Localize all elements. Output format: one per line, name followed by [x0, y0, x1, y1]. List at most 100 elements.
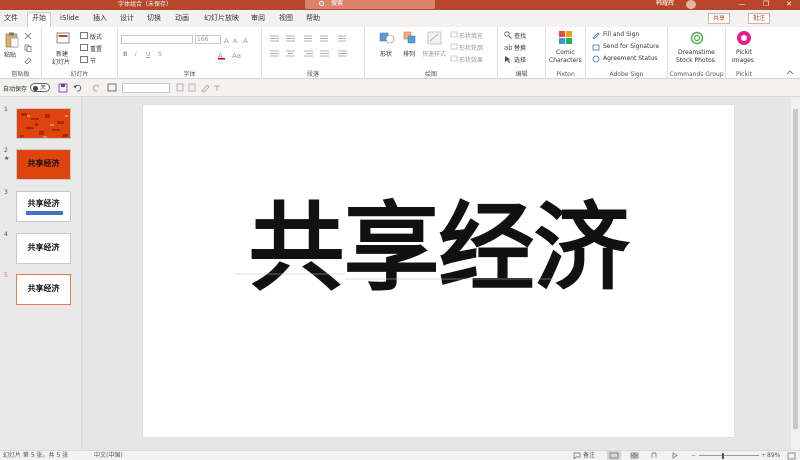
notes-button[interactable]: 备注 [583, 452, 595, 460]
user-name[interactable]: 韩耀辉 [656, 0, 674, 8]
tab-transitions[interactable]: 切换 [147, 13, 161, 24]
collapse-ribbon-icon[interactable] [786, 69, 794, 75]
bold-button[interactable]: B [123, 51, 128, 58]
arrange-icon[interactable] [402, 31, 418, 45]
slide-thumbnail-4[interactable]: 共享经济 [16, 233, 71, 264]
layout-icon [80, 32, 88, 39]
shape-outline-button[interactable]: 形状轮廓 [459, 43, 483, 52]
zoom-plus-button[interactable]: + [761, 452, 766, 460]
find-button[interactable]: 查找 [514, 31, 526, 40]
avatar[interactable] [686, 0, 696, 9]
fill-and-sign-button[interactable]: Fill and Sign [603, 31, 639, 38]
zoom-slider-handle[interactable] [722, 453, 724, 459]
characters-label[interactable]: Characters [549, 57, 582, 64]
fit-to-window-icon[interactable] [787, 452, 796, 460]
scrollbar-thumb[interactable] [793, 109, 798, 429]
tab-view[interactable]: 视图 [279, 13, 293, 24]
agreement-status-icon[interactable] [592, 55, 600, 63]
shadow-button[interactable]: S [158, 51, 162, 58]
shape-effects-button[interactable]: 形状效果 [459, 55, 483, 64]
pickit-images-label[interactable]: Images [732, 57, 754, 64]
format-painter-icon[interactable] [24, 56, 32, 64]
dreamstime-icon[interactable] [690, 31, 704, 45]
tab-slideshow[interactable]: 幻灯片放映 [204, 13, 239, 24]
pixton-comic-icon[interactable] [558, 30, 573, 47]
minimize-button[interactable]: — [737, 0, 747, 9]
paste-label[interactable]: 粘贴 [4, 50, 16, 59]
qat-font-combo[interactable] [122, 83, 170, 93]
select-button[interactable]: 选择 [514, 55, 526, 64]
new-slide-icon[interactable] [56, 32, 70, 46]
section-button[interactable]: 节 [90, 56, 96, 65]
notes-icon[interactable] [573, 452, 581, 459]
start-slideshow-icon[interactable] [107, 83, 117, 93]
autosave-toggle[interactable]: 关 [30, 83, 50, 92]
tab-home[interactable]: 开始 [27, 12, 51, 27]
paragraph-icons[interactable] [268, 35, 358, 63]
tab-review[interactable]: 审阅 [251, 13, 265, 24]
qat-format-icons[interactable] [176, 83, 222, 93]
shapes-label[interactable]: 形状 [380, 49, 392, 58]
vertical-scrollbar[interactable] [791, 97, 800, 450]
tab-file[interactable]: 文件 [4, 13, 18, 24]
close-button[interactable]: ✕ [784, 0, 794, 9]
quick-styles-label[interactable]: 快速样式 [422, 49, 446, 58]
comments-button[interactable]: 批注 [748, 13, 771, 24]
arrange-label[interactable]: 排列 [403, 49, 415, 58]
undo-icon[interactable] [72, 83, 86, 93]
cut-icon[interactable] [24, 32, 32, 40]
zoom-slider[interactable] [699, 455, 759, 456]
slide-title-text[interactable]: 共享经济 [143, 193, 734, 303]
zoom-level[interactable]: 89% [767, 452, 780, 460]
tab-islide[interactable]: iSlide [60, 13, 79, 24]
italic-button[interactable]: I [135, 51, 137, 58]
replace-icon[interactable]: ab [504, 43, 512, 51]
reset-button[interactable]: 重置 [90, 44, 102, 53]
tab-animations[interactable]: 动画 [175, 13, 189, 24]
stock-photos-label[interactable]: Stock Photos [676, 57, 715, 64]
shape-fill-button[interactable]: 形状填充 [459, 31, 483, 40]
paste-icon[interactable] [5, 32, 19, 48]
tab-design[interactable]: 设计 [120, 13, 134, 24]
view-buttons[interactable] [607, 451, 687, 460]
font-name-combo[interactable] [121, 35, 193, 44]
current-slide[interactable]: 共享经济 [143, 105, 734, 437]
font-size-combo[interactable]: 166 [195, 35, 221, 44]
pickit-icon[interactable] [736, 30, 752, 46]
select-icon[interactable] [504, 55, 512, 63]
new-slide-label-2[interactable]: 幻灯片 [52, 57, 70, 66]
share-button[interactable]: 共享 [708, 13, 731, 24]
slide-thumbnail-5[interactable]: 共享经济 [16, 274, 71, 305]
restore-button[interactable]: ❐ [761, 0, 771, 9]
save-icon[interactable] [58, 83, 68, 93]
replace-button[interactable]: 替换 [514, 43, 526, 52]
send-for-signature-icon[interactable] [592, 43, 600, 51]
layout-button[interactable]: 版式 [90, 32, 102, 41]
font-color-icon[interactable]: A Aa [218, 50, 258, 60]
tab-insert[interactable]: 插入 [93, 13, 107, 24]
slide-editing-area: 共享经济 [83, 97, 800, 450]
slide-thumbnail-1[interactable] [16, 108, 71, 139]
font-size-grow-shrink-icon[interactable]: AAA [224, 35, 254, 44]
search-box[interactable]: 搜索 [305, 0, 435, 9]
slide-3-title: 共享经济 [27, 198, 60, 208]
agreement-status-button[interactable]: Agreement Status [603, 55, 657, 62]
zoom-minus-button[interactable]: − [691, 452, 696, 460]
copy-icon[interactable] [24, 44, 32, 52]
send-for-signature-button[interactable]: Send for Signature [603, 43, 659, 50]
pickit-label[interactable]: Pickit [736, 49, 752, 56]
tab-help[interactable]: 帮助 [306, 13, 320, 24]
find-icon[interactable] [504, 31, 512, 39]
comic-label[interactable]: Comic [556, 49, 575, 56]
shapes-icon[interactable] [379, 31, 395, 45]
language-status[interactable]: 中文(中国) [94, 452, 123, 460]
shape-format-icons [450, 31, 458, 62]
fill-and-sign-icon[interactable] [592, 31, 600, 39]
underline-button[interactable]: U [146, 51, 150, 58]
title-guide-lines [235, 273, 555, 280]
dreamstime-label[interactable]: Dreamstime [678, 49, 715, 56]
quick-styles-icon[interactable] [427, 31, 443, 45]
slide-thumbnail-2[interactable]: 共享经济 [16, 149, 71, 180]
slide-thumbnail-3[interactable]: 共享经济 [16, 191, 71, 222]
redo-icon[interactable] [92, 83, 102, 93]
